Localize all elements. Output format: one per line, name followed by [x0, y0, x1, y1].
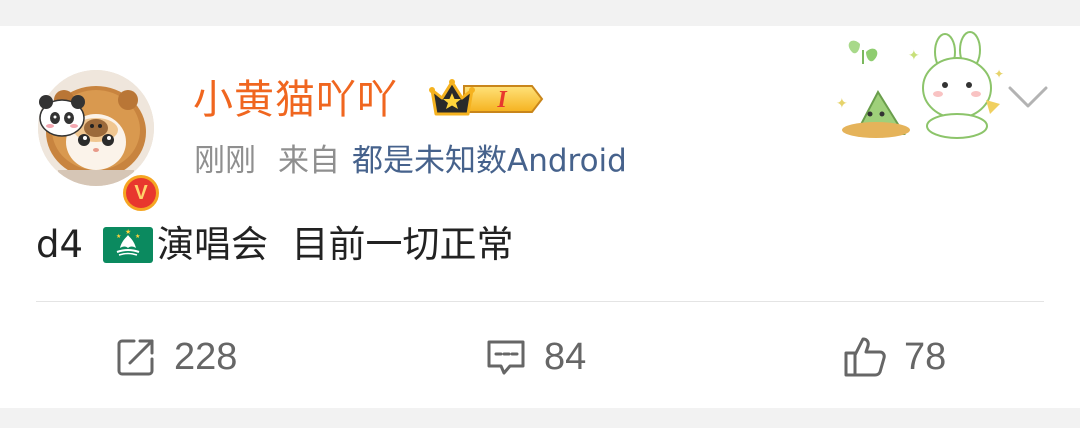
post-content-prefix: d4 — [36, 223, 84, 266]
vip-member-badge[interactable]: I — [428, 76, 546, 122]
source-link[interactable]: 都是未知数Android — [352, 143, 627, 179]
svg-text:✦: ✦ — [994, 67, 1004, 81]
source-prefix: 来自 — [278, 143, 340, 179]
svg-text:★: ★ — [125, 228, 131, 236]
divider — [36, 301, 1044, 302]
svg-text:★: ★ — [135, 233, 140, 240]
comment-icon — [487, 340, 525, 375]
bunny-sticker-decoration-icon: ✦ ✦ ✦ — [836, 31, 1004, 139]
share-icon — [117, 339, 154, 376]
post-content-text: 演唱会 目前一切正常 — [157, 223, 514, 266]
macau-flag-icon: ★ ★ ★ — [103, 227, 154, 263]
post-timestamp: 刚刚 — [194, 143, 256, 179]
svg-text:✦: ✦ — [836, 96, 848, 112]
repost-button[interactable]: 228 — [114, 334, 237, 380]
comment-count: 84 — [544, 336, 587, 378]
post-meta: 刚刚 来自 都是未知数Android — [194, 141, 627, 181]
thumbs-up-icon — [844, 337, 886, 377]
like-count: 78 — [904, 336, 947, 378]
verified-mark: V — [126, 178, 156, 208]
avatar[interactable]: V — [38, 70, 162, 214]
like-button[interactable]: 78 — [842, 334, 946, 380]
repost-count: 228 — [174, 336, 238, 378]
weibo-post-card: V 小黄猫吖吖 I 刚刚 来自 都是未知数Android ✦ ✦ ✦ d4 ★ … — [0, 26, 1080, 408]
username[interactable]: 小黄猫吖吖 — [193, 76, 398, 124]
panda-decoration-icon — [39, 95, 108, 137]
chevron-down-icon[interactable] — [1006, 82, 1050, 112]
member-level-text: I — [496, 87, 508, 113]
svg-text:✦: ✦ — [908, 48, 920, 64]
comment-button[interactable]: 84 — [484, 334, 586, 380]
verified-badge: V — [120, 172, 162, 214]
post-content: d4 ★ ★ ★ 演唱会 目前一切正常 — [36, 222, 514, 268]
svg-text:★: ★ — [116, 233, 121, 240]
